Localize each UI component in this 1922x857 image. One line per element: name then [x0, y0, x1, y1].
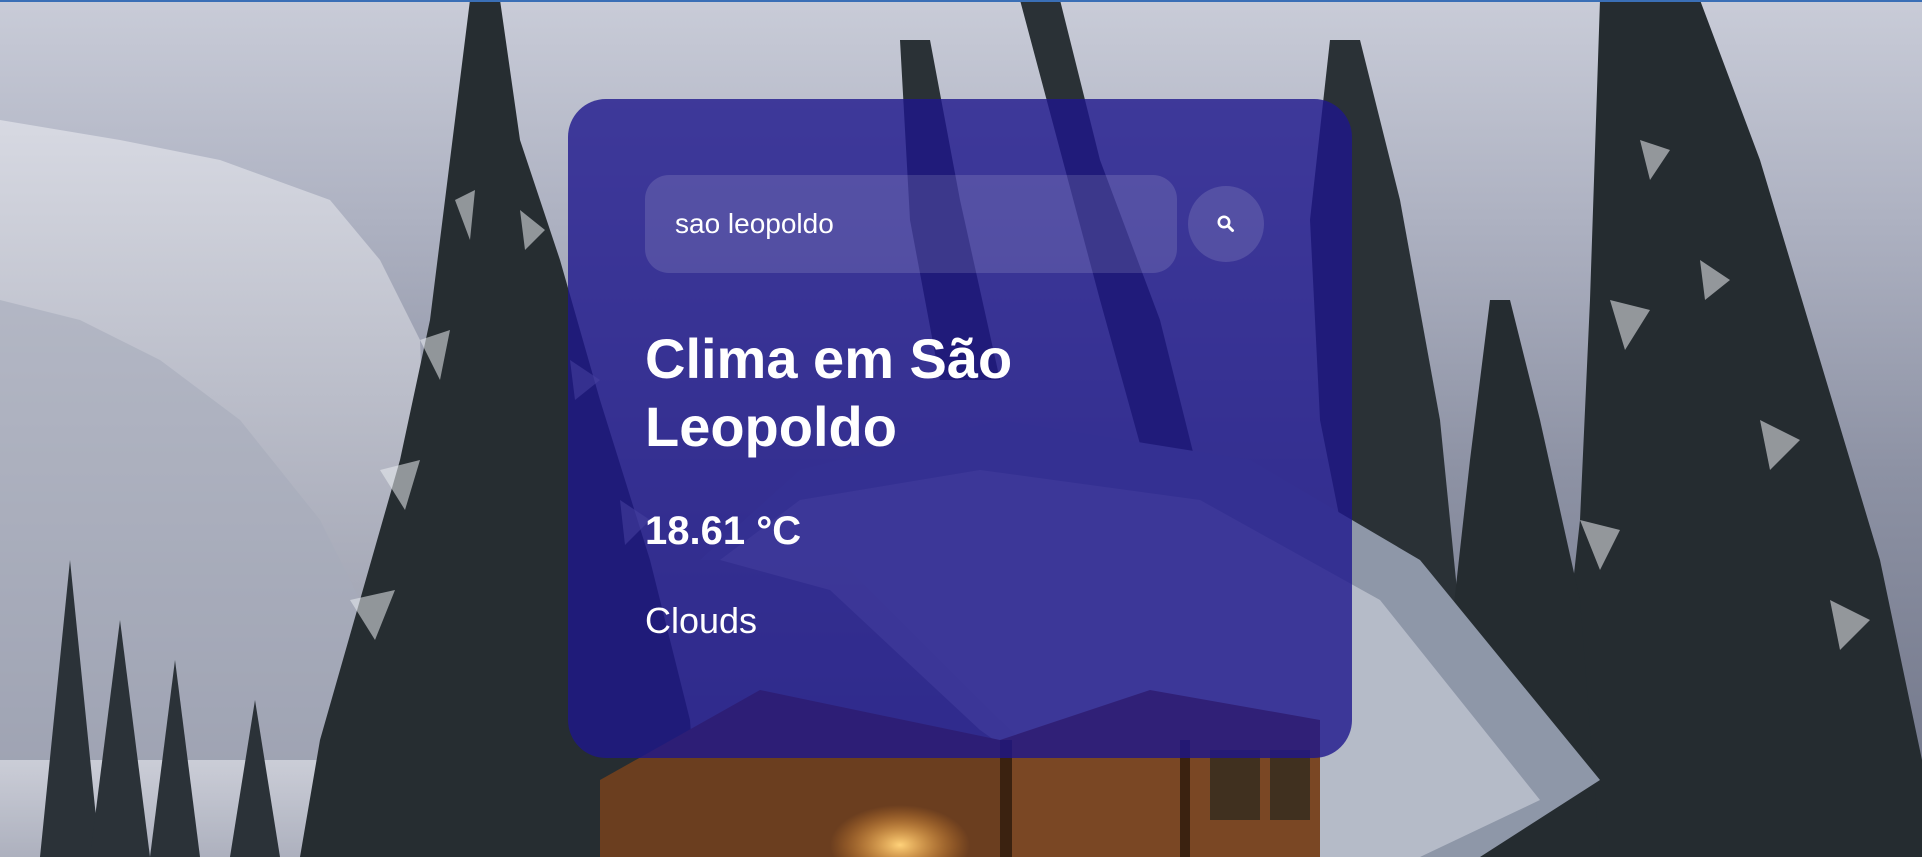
search-row [645, 175, 1264, 273]
search-icon [1217, 215, 1234, 232]
top-accent-strip [0, 0, 1922, 2]
weather-card: Clima em São Leopoldo 18.61 °C Clouds [568, 99, 1352, 758]
weather-description: Clouds [645, 600, 758, 641]
city-title: Clima em São Leopoldo [645, 327, 1013, 458]
search-input[interactable] [645, 175, 1177, 273]
temperature-value: 18.61 °C [645, 509, 802, 553]
search-button[interactable] [1188, 186, 1264, 262]
